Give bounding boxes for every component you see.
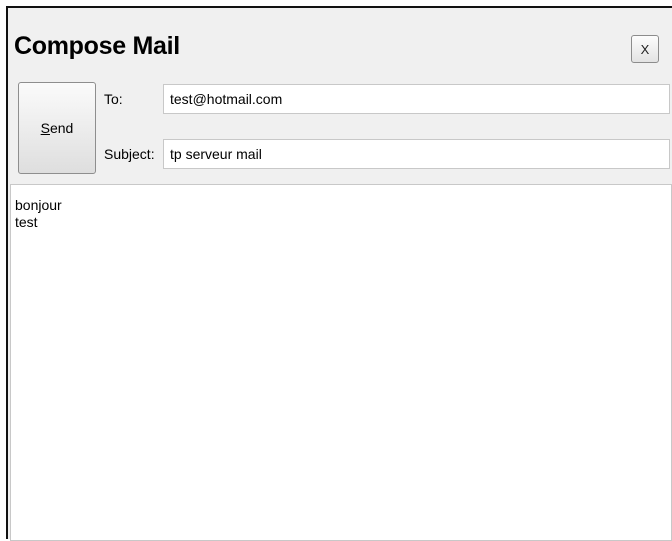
compose-mail-window: Compose Mail X Send To: Subject: bonjour…	[6, 6, 672, 541]
to-field[interactable]	[163, 84, 670, 114]
message-body-textarea[interactable]: bonjour test	[10, 184, 672, 541]
window-title: Compose Mail	[14, 32, 180, 60]
send-button-label: Send	[41, 120, 74, 136]
to-label: To:	[104, 91, 123, 107]
close-button[interactable]: X	[631, 35, 659, 63]
subject-label: Subject:	[104, 146, 155, 162]
close-button-label: X	[640, 41, 650, 57]
send-button[interactable]: Send	[18, 82, 96, 174]
send-mnemonic: S	[40, 120, 50, 136]
send-label-rest: end	[49, 120, 74, 136]
subject-field[interactable]	[163, 139, 670, 169]
